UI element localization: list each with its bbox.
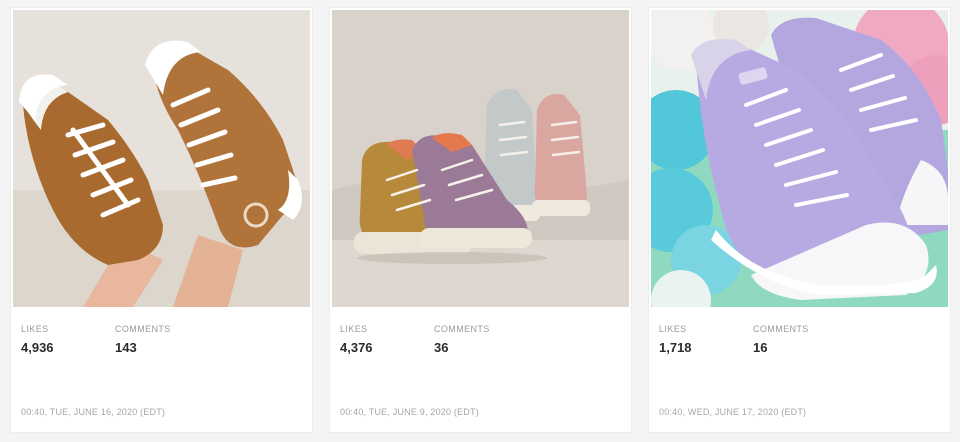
- post-card[interactable]: LIKES 1,718 COMMENTS 16 00:40, WED, JUNE…: [649, 8, 950, 432]
- post-card[interactable]: LIKES 4,936 COMMENTS 143 00:40, TUE, JUN…: [11, 8, 312, 432]
- comments-label: COMMENTS: [115, 324, 171, 334]
- post-card[interactable]: LIKES 4,376 COMMENTS 36 00:40, TUE, JUNE…: [330, 8, 631, 432]
- post-photo-lavender-sneakers[interactable]: [651, 10, 948, 307]
- brown-sneakers-image: [13, 10, 310, 307]
- post-timestamp: 00:40, TUE, JUNE 9, 2020 (EDT): [340, 407, 479, 417]
- post-grid: LIKES 4,936 COMMENTS 143 00:40, TUE, JUN…: [0, 0, 960, 442]
- comments-count: 16: [753, 340, 768, 355]
- comments-label: COMMENTS: [753, 324, 809, 334]
- likes-count: 4,376: [340, 340, 373, 355]
- likes-label: LIKES: [21, 324, 49, 334]
- post-timestamp: 00:40, TUE, JUNE 16, 2020 (EDT): [21, 407, 166, 417]
- likes-count: 1,718: [659, 340, 692, 355]
- comments-count: 36: [434, 340, 449, 355]
- likes-count: 4,936: [21, 340, 54, 355]
- post-photo-pastel-sneakers[interactable]: [332, 10, 629, 307]
- likes-label: LIKES: [659, 324, 687, 334]
- likes-label: LIKES: [340, 324, 368, 334]
- comments-label: COMMENTS: [434, 324, 490, 334]
- pastel-sneakers-image: [332, 10, 629, 307]
- post-photo-brown-sneakers[interactable]: [13, 10, 310, 307]
- post-timestamp: 00:40, WED, JUNE 17, 2020 (EDT): [659, 407, 807, 417]
- lavender-sneakers-image: [651, 10, 948, 307]
- comments-count: 143: [115, 340, 137, 355]
